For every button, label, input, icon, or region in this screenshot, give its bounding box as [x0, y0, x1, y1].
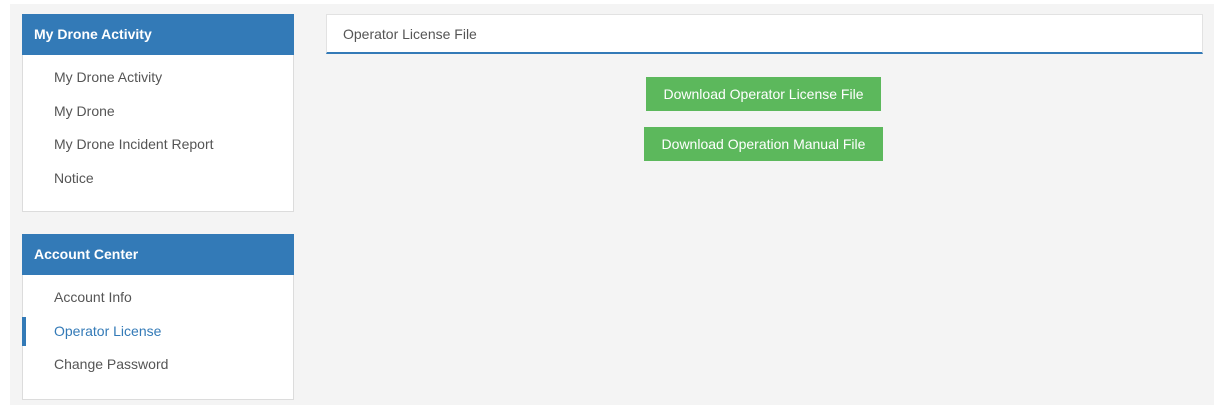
download-operator-license-button[interactable]: Download Operator License File [646, 77, 881, 111]
sidebar-item-operator-license[interactable]: Operator License [22, 316, 293, 351]
panel-title-drone-activity: My Drone Activity [22, 14, 294, 55]
sidebar-panel-drone-activity: My Drone Activity My Drone Activity My D… [22, 14, 294, 212]
sidebar-item-change-password[interactable]: Change Password [23, 350, 293, 384]
page-background: My Drone Activity My Drone Activity My D… [10, 4, 1214, 405]
panel-title-account-center: Account Center [22, 234, 294, 275]
download-operation-manual-button[interactable]: Download Operation Manual File [644, 127, 883, 161]
sidebar-item-incident-report[interactable]: My Drone Incident Report [23, 130, 293, 164]
sidebar-item-my-drone[interactable]: My Drone [23, 97, 293, 131]
sidebar-item-account-info[interactable]: Account Info [23, 283, 293, 317]
sidebar-item-notice[interactable]: Notice [23, 164, 293, 198]
account-center-menu: Account Info Operator License Change Pas… [22, 275, 293, 384]
page-title: Operator License File [326, 14, 1203, 54]
sidebar-item-my-drone-activity[interactable]: My Drone Activity [23, 63, 293, 97]
drone-activity-menu: My Drone Activity My Drone My Drone Inci… [23, 55, 293, 197]
sidebar-panel-account-center: Account Center Account Info Operator Lic… [22, 234, 294, 400]
